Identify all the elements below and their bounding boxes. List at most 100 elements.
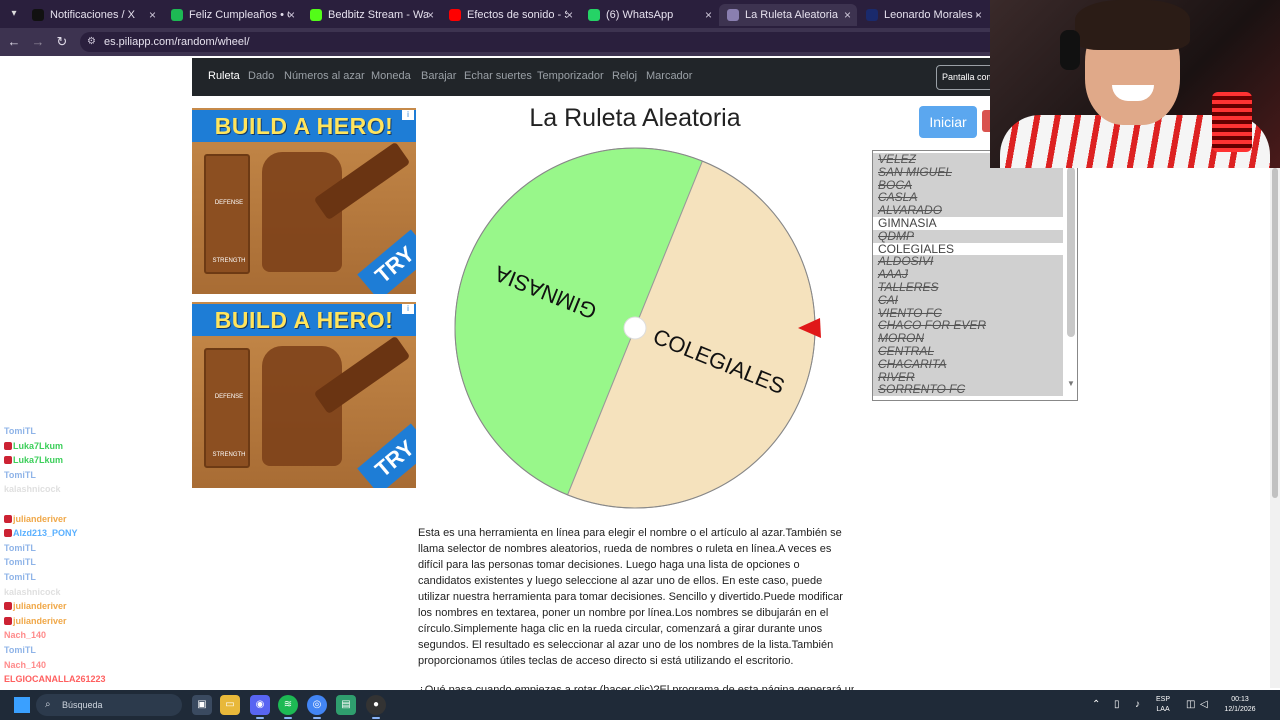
nav-item[interactable]: Dado [248, 70, 274, 82]
tab-title: Feliz Cumpleaños • Osito [189, 9, 289, 21]
taskbar: ⌕ Búsqueda ▣ ▭ ◉ ≋ ◎ ▤ ● ⌃ ▯ ♪ ESP LAA ◫… [0, 690, 1280, 720]
textarea-scrollbar[interactable] [1067, 167, 1075, 337]
webcam-background-light [1212, 92, 1252, 152]
browser-tab[interactable]: Notificaciones / X × [24, 4, 162, 26]
browser-tab[interactable]: Leonardo Morales - Perfil× [858, 4, 988, 26]
network-icon[interactable]: ◫ [1186, 698, 1195, 712]
nav-item[interactable]: Marcador [646, 70, 692, 82]
nav-item[interactable]: Moneda [371, 70, 411, 82]
reload-icon[interactable]: ↻ [54, 34, 70, 50]
taskbar-search-label: Búsqueda [62, 700, 103, 710]
start-menu-icon[interactable] [14, 697, 30, 713]
close-tab-icon[interactable]: × [149, 8, 156, 22]
secondary-button[interactable] [982, 110, 990, 132]
wheel-center-hub [623, 316, 647, 340]
chrome-icon[interactable]: ◎ [307, 695, 327, 719]
discord-icon[interactable]: ◉ [250, 695, 270, 719]
close-tab-icon[interactable]: × [566, 8, 573, 22]
tab-title: Notificaciones / X [50, 9, 135, 21]
close-tab-icon[interactable]: × [427, 8, 434, 22]
chat-message: julianderiver [4, 512, 374, 527]
microphone-icon[interactable]: ♪ [1135, 698, 1140, 712]
ad-banner[interactable]: BUILD A HERO! DEFENSE STRENGTH TRY i [192, 108, 416, 294]
chat-username: kalashnicock [4, 484, 61, 495]
ad-try-label: TRY [357, 229, 416, 294]
chat-message: TomiTL [4, 555, 374, 570]
clock-date: 12/1/2026 [1224, 706, 1256, 713]
chat-username: kalashnicock [4, 586, 61, 597]
chat-username: TomiTL [4, 469, 36, 480]
tray-expand-icon[interactable]: ⌃ [1092, 698, 1100, 712]
language-indicator[interactable]: ESP LAA [1156, 695, 1170, 715]
chat-username: TomiTL [4, 557, 36, 568]
chat-message: TomiTL [4, 424, 374, 439]
webcam-hair [1075, 0, 1190, 50]
chat-message: Luka7Lkum [4, 439, 374, 454]
battery-icon[interactable]: ▯ [1114, 698, 1120, 712]
chat-badge-icon [4, 616, 12, 625]
browser-tab[interactable]: Bedbitz Stream - Watch L× [302, 4, 440, 26]
name-entry[interactable]: CAI [873, 293, 1063, 307]
ad-panel: DEFENSE STRENGTH [204, 154, 250, 274]
description-text: Esta es una herramienta en línea para el… [418, 527, 843, 667]
name-entry[interactable]: GIMNASIA [873, 217, 1063, 230]
obs-icon[interactable]: ● [366, 695, 386, 719]
chat-username: TomiTL [4, 426, 36, 436]
chat-username: Alzd213_PONY [13, 528, 78, 539]
close-tab-icon[interactable]: × [844, 8, 851, 22]
browser-tab[interactable]: (6) WhatsApp × [580, 4, 718, 26]
chat-message [4, 497, 374, 512]
chat-message: TomiTL [4, 541, 374, 556]
name-entry[interactable]: CHACARITA [873, 357, 1063, 371]
notepad-icon[interactable]: ▤ [336, 695, 356, 715]
page-title: La Ruleta Aleatoria [529, 104, 741, 132]
site-info-icon[interactable]: ⚙ [87, 36, 99, 48]
language-bottom: LAA [1156, 706, 1170, 713]
ad-strength-label: STRENGTH [212, 258, 246, 264]
page-scrollbar-thumb[interactable] [1272, 168, 1278, 498]
close-tab-icon[interactable]: × [288, 8, 295, 22]
task-view-icon[interactable]: ▣ [192, 695, 212, 715]
close-tab-icon[interactable]: × [705, 8, 712, 22]
name-entry[interactable]: SORRENTO FC [873, 383, 1063, 397]
back-icon[interactable]: ← [6, 34, 22, 50]
volume-icon[interactable]: ◁ [1200, 698, 1208, 712]
chat-username: Nach_140 [4, 659, 47, 670]
nav-item[interactable]: Números al azar [284, 70, 365, 82]
clock[interactable]: 00:13 12/1/2026 [1218, 695, 1262, 715]
nav-item[interactable]: Reloj [612, 70, 637, 82]
chat-username: ELGIOCANALLA261223 [4, 674, 106, 685]
start-button[interactable]: Iniciar [919, 106, 977, 138]
nav-item[interactable]: Barajar [421, 70, 456, 82]
spotify-icon[interactable]: ≋ [278, 695, 298, 719]
ad-info-icon[interactable]: i [402, 110, 414, 120]
ad-info-icon[interactable]: i [402, 304, 414, 314]
browser-tab[interactable]: Efectos de sonido - Siren× [441, 4, 579, 26]
nav-item[interactable]: Echar suertes [464, 70, 532, 82]
name-entry[interactable]: QDMP [873, 229, 1063, 243]
chat-username: TomiTL [4, 542, 36, 553]
chat-username: julianderiver [13, 601, 67, 612]
chat-badge-icon [4, 602, 12, 611]
wheel[interactable]: GIMNASIA COLEGIALES [450, 142, 830, 514]
tab-search-icon[interactable]: ▾ [6, 6, 22, 22]
scroll-down-icon[interactable]: ▼ [1066, 379, 1076, 389]
taskbar-search[interactable]: ⌕ Búsqueda [36, 694, 182, 716]
name-entry[interactable]: CENTRAL [873, 345, 1063, 358]
language-top: ESP [1156, 696, 1171, 703]
forward-icon[interactable]: → [30, 34, 46, 50]
tab-favicon-icon [588, 9, 600, 21]
chat-username: TomiTL [4, 644, 36, 655]
fullscreen-button[interactable]: Pantalla com [936, 65, 996, 90]
name-entry[interactable]: TALLERES [873, 281, 1063, 294]
chat-username: TomiTL [4, 571, 36, 582]
file-explorer-icon[interactable]: ▭ [220, 695, 240, 715]
tab-favicon-icon [171, 9, 183, 21]
close-tab-icon[interactable]: × [975, 8, 982, 22]
ad-defense-label: DEFENSE [214, 200, 244, 206]
browser-tab[interactable]: La Ruleta Aleatoria × [719, 4, 857, 26]
nav-item[interactable]: Ruleta [208, 70, 240, 82]
names-textarea[interactable]: VELEZ SAN MIGUEL BOCA CASLA ALVARADO GIMNASIA… [872, 150, 1078, 401]
browser-tab[interactable]: Feliz Cumpleaños • Osito× [163, 4, 301, 26]
nav-item[interactable]: Temporizador [537, 70, 604, 82]
